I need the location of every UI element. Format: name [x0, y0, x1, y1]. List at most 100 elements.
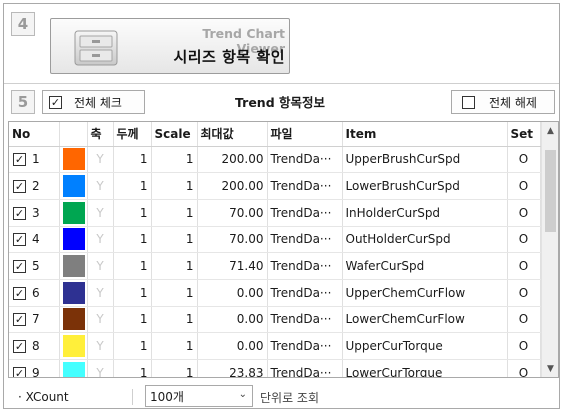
- thickness-cell[interactable]: 1: [113, 359, 152, 377]
- color-swatch[interactable]: [62, 281, 85, 304]
- scale-cell[interactable]: 1: [151, 279, 198, 307]
- trend-chart-viewer-banner[interactable]: Trend Chart Viewer 시리즈 항목 확인: [50, 18, 290, 74]
- row-no-cell[interactable]: ✓ 3: [9, 199, 60, 227]
- row-no-cell[interactable]: ✓ 8: [9, 332, 60, 360]
- color-swatch[interactable]: [62, 361, 85, 377]
- scale-cell[interactable]: 1: [151, 146, 198, 174]
- file-cell[interactable]: TrendDa···: [267, 172, 343, 200]
- scale-cell[interactable]: 1: [151, 172, 198, 200]
- axis-cell[interactable]: Y: [87, 226, 114, 254]
- file-cell[interactable]: TrendDa···: [267, 252, 343, 280]
- column-header-max[interactable]: 최대값: [197, 122, 268, 147]
- table-row[interactable]: ✓ 5 Y 1 1 71.40 TrendDa··· WaferCurSpd O: [9, 252, 541, 280]
- column-header-axis[interactable]: 축: [87, 122, 114, 147]
- scale-cell[interactable]: 1: [151, 226, 198, 254]
- check-all-button[interactable]: ✓ 전체 체크: [42, 90, 145, 114]
- table-row[interactable]: ✓ 4 Y 1 1 70.00 TrendDa··· OutHolderCurSpd O: [9, 226, 541, 254]
- xcount-select[interactable]: 100개 ⌄: [145, 385, 253, 407]
- scroll-up-icon[interactable]: ▲: [542, 122, 558, 139]
- color-swatch[interactable]: [62, 308, 85, 331]
- thickness-cell[interactable]: 1: [113, 252, 152, 280]
- row-no-cell[interactable]: ✓ 9: [9, 359, 60, 377]
- file-cell[interactable]: TrendDa···: [267, 359, 343, 377]
- color-swatch[interactable]: [62, 335, 85, 358]
- color-cell[interactable]: [59, 172, 88, 200]
- color-cell[interactable]: [59, 306, 88, 334]
- set-cell[interactable]: O: [507, 332, 541, 360]
- row-checkbox[interactable]: ✓: [13, 153, 26, 167]
- max-value-cell[interactable]: 71.40: [197, 252, 268, 280]
- set-cell[interactable]: O: [507, 279, 541, 307]
- thickness-cell[interactable]: 1: [113, 172, 152, 200]
- file-cell[interactable]: TrendDa···: [267, 146, 343, 174]
- scrollbar-thumb[interactable]: [545, 150, 556, 232]
- set-cell[interactable]: O: [507, 172, 541, 200]
- item-cell[interactable]: WaferCurSpd: [342, 252, 508, 280]
- row-no-cell[interactable]: ✓ 6: [9, 279, 60, 307]
- row-checkbox[interactable]: ✓: [13, 313, 26, 327]
- max-value-cell[interactable]: 0.00: [197, 332, 268, 360]
- row-no-cell[interactable]: ✓ 5: [9, 252, 60, 280]
- row-checkbox[interactable]: ✓: [13, 286, 26, 300]
- color-cell[interactable]: [59, 226, 88, 254]
- max-value-cell[interactable]: 0.00: [197, 279, 268, 307]
- table-row[interactable]: ✓ 2 Y 1 1 200.00 TrendDa··· LowerBrushCurSpd O: [9, 172, 541, 200]
- column-header-set[interactable]: Set: [507, 122, 541, 147]
- max-value-cell[interactable]: 70.00: [197, 199, 268, 227]
- color-swatch[interactable]: [62, 255, 85, 278]
- set-cell[interactable]: O: [507, 359, 541, 377]
- column-header-file[interactable]: 파일: [267, 122, 343, 147]
- file-cell[interactable]: TrendDa···: [267, 279, 343, 307]
- thickness-cell[interactable]: 1: [113, 332, 152, 360]
- uncheck-all-button[interactable]: 전체 해제: [451, 90, 555, 114]
- color-cell[interactable]: [59, 332, 88, 360]
- scale-cell[interactable]: 1: [151, 306, 198, 334]
- item-cell[interactable]: UpperCurTorque: [342, 332, 508, 360]
- color-cell[interactable]: [59, 199, 88, 227]
- axis-cell[interactable]: Y: [87, 279, 114, 307]
- row-checkbox[interactable]: ✓: [13, 180, 26, 194]
- column-header-thickness[interactable]: 두께: [113, 122, 152, 147]
- trend-items-grid[interactable]: No 축 두께 Scale 최대값 파일 Item Set ✓ 1 Y 1 1 200.0…: [8, 121, 559, 378]
- color-cell[interactable]: [59, 359, 88, 377]
- file-cell[interactable]: TrendDa···: [267, 226, 343, 254]
- thickness-cell[interactable]: 1: [113, 279, 152, 307]
- row-no-cell[interactable]: ✓ 7: [9, 306, 60, 334]
- axis-cell[interactable]: Y: [87, 146, 114, 174]
- thickness-cell[interactable]: 1: [113, 199, 152, 227]
- thickness-cell[interactable]: 1: [113, 226, 152, 254]
- scale-cell[interactable]: 1: [151, 199, 198, 227]
- row-checkbox[interactable]: ✓: [13, 340, 26, 354]
- axis-cell[interactable]: Y: [87, 252, 114, 280]
- max-value-cell[interactable]: 23.83: [197, 359, 268, 377]
- max-value-cell[interactable]: 200.00: [197, 146, 268, 174]
- item-cell[interactable]: OutHolderCurSpd: [342, 226, 508, 254]
- table-row[interactable]: ✓ 3 Y 1 1 70.00 TrendDa··· InHolderCurSpd O: [9, 199, 541, 227]
- axis-cell[interactable]: Y: [87, 332, 114, 360]
- file-cell[interactable]: TrendDa···: [267, 332, 343, 360]
- axis-cell[interactable]: Y: [87, 359, 114, 377]
- column-header-no[interactable]: No: [9, 122, 60, 147]
- item-cell[interactable]: LowerChemCurFlow: [342, 306, 508, 334]
- row-no-cell[interactable]: ✓ 2: [9, 172, 60, 200]
- set-cell[interactable]: O: [507, 199, 541, 227]
- row-checkbox[interactable]: ✓: [13, 233, 26, 247]
- item-cell[interactable]: InHolderCurSpd: [342, 199, 508, 227]
- column-header-color[interactable]: [59, 122, 88, 147]
- set-cell[interactable]: O: [507, 226, 541, 254]
- file-cell[interactable]: TrendDa···: [267, 199, 343, 227]
- color-cell[interactable]: [59, 252, 88, 280]
- axis-cell[interactable]: Y: [87, 199, 114, 227]
- max-value-cell[interactable]: 200.00: [197, 172, 268, 200]
- row-checkbox[interactable]: ✓: [13, 260, 26, 274]
- row-no-cell[interactable]: ✓ 4: [9, 226, 60, 254]
- color-cell[interactable]: [59, 279, 88, 307]
- set-cell[interactable]: O: [507, 252, 541, 280]
- color-swatch[interactable]: [62, 175, 85, 198]
- set-cell[interactable]: O: [507, 306, 541, 334]
- column-header-scale[interactable]: Scale: [151, 122, 198, 147]
- scale-cell[interactable]: 1: [151, 252, 198, 280]
- color-swatch[interactable]: [62, 148, 85, 171]
- max-value-cell[interactable]: 0.00: [197, 306, 268, 334]
- file-cell[interactable]: TrendDa···: [267, 306, 343, 334]
